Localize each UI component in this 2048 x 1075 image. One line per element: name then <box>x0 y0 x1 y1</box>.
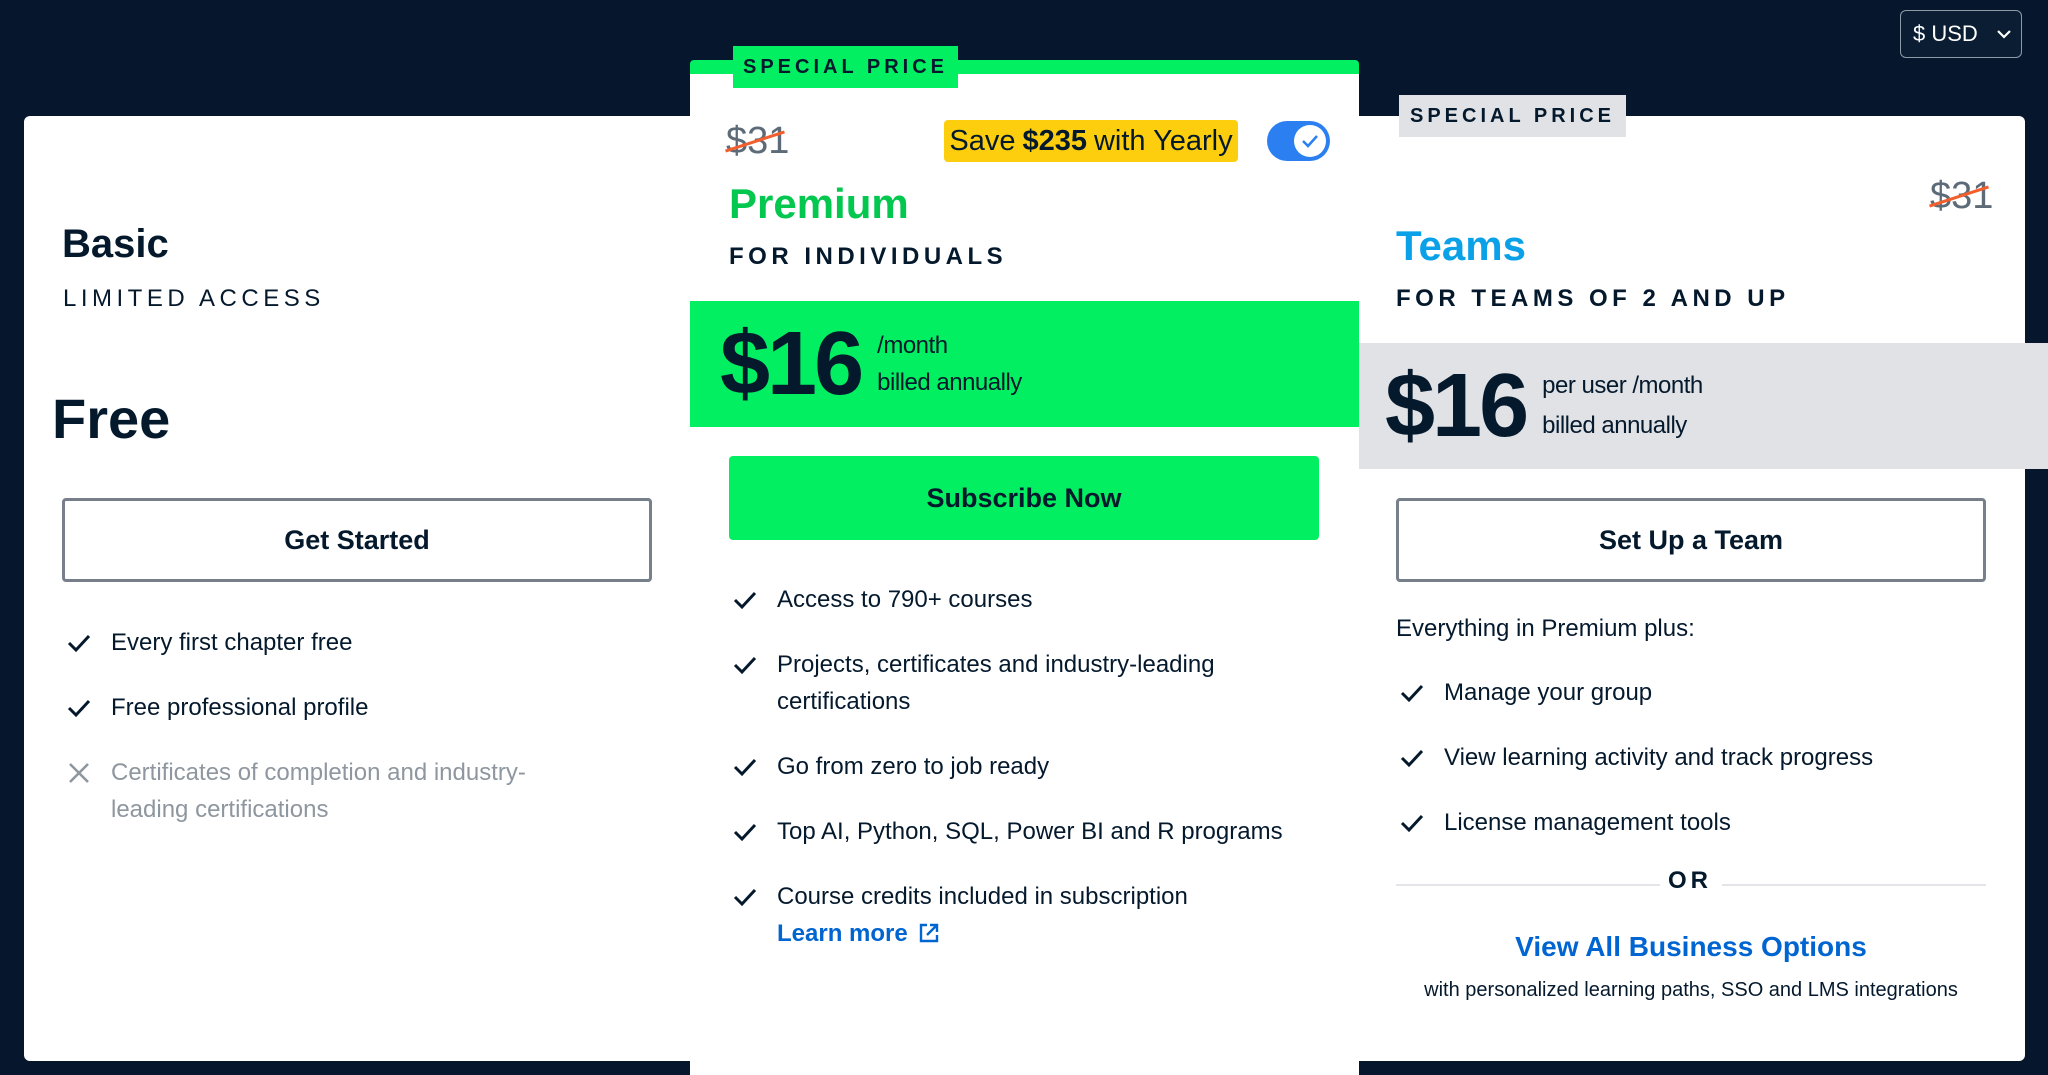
basic-feature-list: Every first chapter free Free profession… <box>66 624 626 828</box>
get-started-button[interactable]: Get Started <box>62 498 652 582</box>
external-link-icon <box>920 923 939 943</box>
list-item: Go from zero to job ready <box>732 748 1332 785</box>
chevron-down-icon <box>1997 30 2011 39</box>
set-up-team-button[interactable]: Set Up a Team <box>1396 498 1986 582</box>
billing-note: billed annually <box>877 369 1022 396</box>
feature-text: Certificates of completion and industry-… <box>111 759 526 823</box>
divider <box>1722 884 1986 886</box>
special-price-badge: SPECIAL PRICE <box>1399 95 1626 137</box>
basic-price: Free <box>52 387 171 450</box>
feature-text: Projects, certificates and industry-lead… <box>777 651 1215 715</box>
teams-feature-list: Manage your group View learning activity… <box>1399 674 1999 841</box>
feature-text: Go from zero to job ready <box>777 753 1050 780</box>
price-period: /month <box>877 332 948 359</box>
teams-price-meta: per user /month billed annually <box>1542 366 1703 446</box>
feature-text: Access to 790+ courses <box>777 586 1033 613</box>
teams-plan-name: Teams <box>1396 222 1526 269</box>
list-item: Free professional profile <box>66 689 626 726</box>
teams-old-price: $31 <box>1929 175 1993 218</box>
premium-feature-list: Access to 790+ courses Projects, certifi… <box>732 581 1332 952</box>
teams-plan-subtitle: FOR TEAMS OF 2 AND UP <box>1396 285 1790 312</box>
toggle-knob <box>1294 125 1326 157</box>
check-icon <box>733 888 757 907</box>
feature-text: Free professional profile <box>111 694 369 721</box>
premium-plan-subtitle: FOR INDIVIDUALS <box>729 243 1008 270</box>
yearly-billing-toggle[interactable] <box>1267 121 1330 161</box>
or-separator: OR <box>1668 867 1712 894</box>
check-icon <box>733 656 757 675</box>
check-icon <box>67 699 91 718</box>
basic-plan-subtitle: LIMITED ACCESS <box>63 285 325 312</box>
currency-label: $ USD <box>1913 21 1978 46</box>
feature-text: License management tools <box>1444 809 1731 836</box>
list-item: Manage your group <box>1399 674 1999 711</box>
business-options-note: with personalized learning paths, SSO an… <box>1424 979 1958 1001</box>
check-icon <box>733 591 757 610</box>
check-icon <box>1400 684 1424 703</box>
yearly-savings-badge: Save $235 with Yearly <box>944 120 1238 162</box>
check-icon <box>67 634 91 653</box>
feature-text: Top AI, Python, SQL, Power BI and R prog… <box>777 818 1283 845</box>
cross-icon <box>69 763 89 783</box>
check-icon <box>1302 135 1318 148</box>
subscribe-now-button[interactable]: Subscribe Now <box>729 456 1319 540</box>
check-icon <box>733 823 757 842</box>
divider <box>1396 884 1660 886</box>
premium-plan-name: Premium <box>729 180 909 227</box>
view-business-options-link[interactable]: View All Business Options <box>1396 931 1986 963</box>
check-icon <box>1400 814 1424 833</box>
currency-selector[interactable]: $ USD <box>1900 10 2022 58</box>
teams-intro: Everything in Premium plus: <box>1396 615 1695 642</box>
premium-old-price: $31 <box>725 120 789 163</box>
billing-note: billed annually <box>1542 412 1687 439</box>
teams-price-band: $16 per user /month billed annually <box>1359 343 2048 469</box>
list-item: Certificates of completion and industry-… <box>66 754 626 828</box>
check-icon <box>1400 749 1424 768</box>
list-item: View learning activity and track progres… <box>1399 739 1999 776</box>
basic-plan-name: Basic <box>62 222 169 266</box>
price-period: per user /month <box>1542 372 1703 399</box>
list-item: License management tools <box>1399 804 1999 841</box>
special-price-badge: SPECIAL PRICE <box>733 46 958 88</box>
list-item: Course credits included in subscription … <box>732 878 1332 952</box>
feature-text: Every first chapter free <box>111 629 353 656</box>
list-item: Projects, certificates and industry-lead… <box>732 646 1332 720</box>
feature-text: Course credits included in subscription … <box>777 878 1188 952</box>
feature-text: Manage your group <box>1444 679 1653 706</box>
premium-price-band: $16 /month billed annually <box>690 301 1359 427</box>
premium-price: $16 <box>720 314 864 414</box>
list-item: Every first chapter free <box>66 624 626 661</box>
list-item: Top AI, Python, SQL, Power BI and R prog… <box>732 813 1332 850</box>
learn-more-link[interactable]: Learn more <box>777 915 1188 952</box>
list-item: Access to 790+ courses <box>732 581 1332 618</box>
check-icon <box>733 758 757 777</box>
feature-text: View learning activity and track progres… <box>1444 744 1874 771</box>
premium-price-meta: /month billed annually <box>877 327 1022 401</box>
teams-price: $16 <box>1385 356 1529 456</box>
